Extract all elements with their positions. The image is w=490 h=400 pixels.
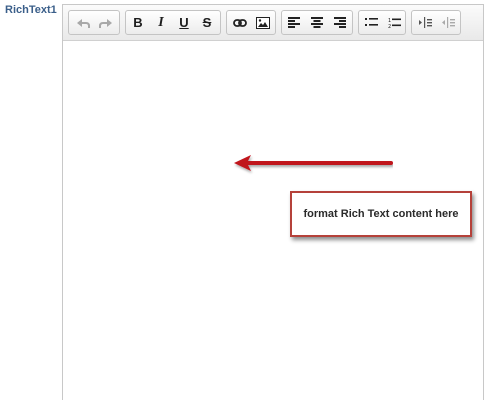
bullet-list-icon [364, 17, 378, 28]
indent-group [411, 10, 461, 35]
outdent-button[interactable] [437, 11, 459, 34]
bold-icon: B [133, 15, 143, 30]
annotation-arrow [234, 155, 393, 171]
bold-button[interactable]: B [127, 11, 149, 34]
annotation-callout: format Rich Text content here [290, 191, 472, 237]
link-icon [233, 18, 247, 28]
align-right-button[interactable] [329, 11, 351, 34]
align-left-icon [288, 17, 300, 28]
strikethrough-icon: S [202, 15, 212, 30]
strikethrough-button[interactable]: S [196, 11, 218, 34]
indent-icon [418, 17, 432, 28]
link-button[interactable] [229, 11, 251, 34]
align-center-button[interactable] [306, 11, 328, 34]
editor-content-area[interactable]: format Rich Text content here [63, 41, 483, 400]
image-icon [256, 16, 270, 29]
underline-button[interactable]: U [173, 11, 195, 34]
text-style-group: B I U S [125, 10, 221, 35]
list-group: 1 2 [358, 10, 406, 35]
editor-toolbar: B I U S 1 2 [63, 5, 483, 41]
rich-text-editor: B I U S 1 2 format Rich Text content her… [62, 4, 484, 400]
align-left-button[interactable] [283, 11, 305, 34]
numbered-list-icon: 1 2 [388, 17, 401, 29]
undo-button[interactable] [72, 11, 94, 34]
undo-icon [76, 17, 90, 29]
italic-button[interactable]: I [150, 11, 172, 34]
alignment-group [281, 10, 353, 35]
align-center-icon [311, 17, 323, 28]
numbered-list-button[interactable]: 1 2 [383, 11, 405, 34]
insert-group [226, 10, 276, 35]
outdent-icon [441, 17, 455, 28]
svg-text:2: 2 [388, 24, 391, 29]
underline-icon: U [179, 15, 189, 30]
redo-button[interactable] [95, 11, 117, 34]
italic-icon: I [158, 14, 164, 30]
align-right-icon [334, 17, 346, 28]
field-label: RichText1 [5, 4, 57, 16]
history-group [68, 10, 120, 35]
annotation-text: format Rich Text content here [303, 208, 459, 220]
redo-icon [99, 17, 113, 29]
image-button[interactable] [252, 11, 274, 34]
indent-button[interactable] [414, 11, 436, 34]
bullet-list-button[interactable] [360, 11, 382, 34]
